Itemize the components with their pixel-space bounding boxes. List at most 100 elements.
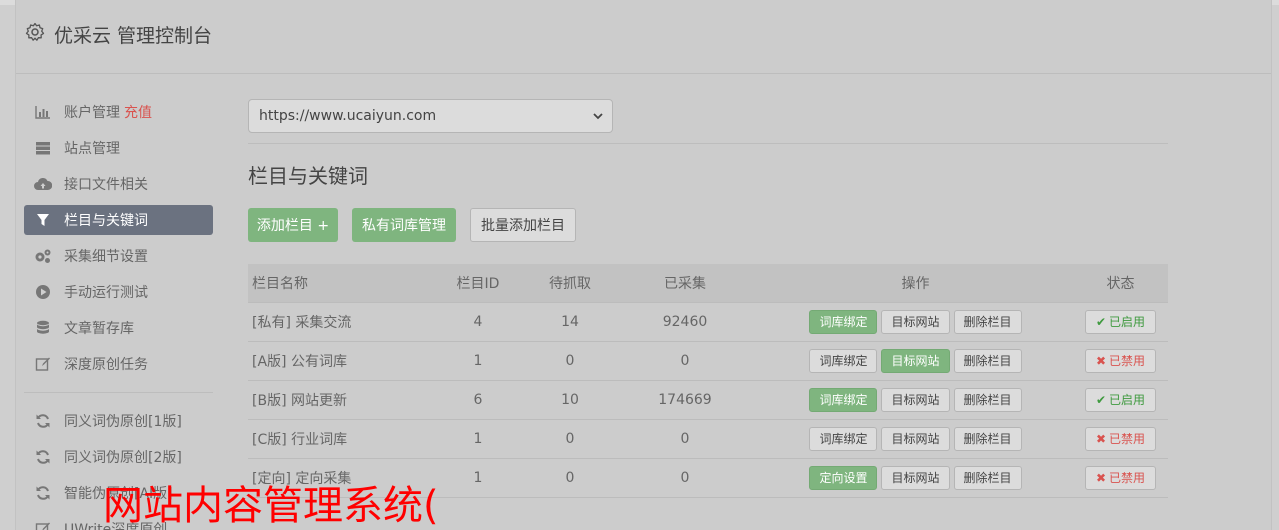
- sidebar-divider: [24, 392, 213, 393]
- column-name-link[interactable]: [B版] 网站更新: [248, 379, 428, 419]
- pending-count[interactable]: 0: [528, 457, 612, 498]
- sidebar-item-label: 采集细节设置: [64, 249, 148, 265]
- target-site-button[interactable]: 目标网站: [881, 309, 950, 334]
- section-title: 栏目与关键词: [248, 164, 368, 188]
- column-id: 4: [428, 301, 528, 341]
- server-icon: [34, 139, 52, 157]
- target-site-button[interactable]: 目标网站: [881, 348, 950, 373]
- sidebar-item-account[interactable]: 账户管理 充值: [24, 97, 213, 127]
- sidebar-item-synonym-v2[interactable]: 同义词伪原创[2版]: [24, 442, 213, 472]
- pending-count[interactable]: 0: [528, 340, 612, 380]
- cogs-icon: [34, 247, 52, 265]
- status-toggle[interactable]: ✖ 已禁用: [1084, 348, 1157, 373]
- sidebar-item-collect-settings[interactable]: 采集细节设置: [24, 241, 213, 271]
- app-title: 优采云 管理控制台: [54, 25, 213, 47]
- status-toggle[interactable]: ✖ 已禁用: [1084, 465, 1157, 490]
- col-header-name: 栏目名称: [248, 264, 428, 302]
- filter-icon: [34, 211, 52, 229]
- close-icon: ✖: [1095, 431, 1107, 446]
- sidebar-item-interface-files[interactable]: 接口文件相关: [24, 169, 213, 199]
- edit-icon: [34, 355, 52, 373]
- check-icon: ✔: [1095, 314, 1107, 329]
- sidebar-item-label: 同义词伪原创[1版]: [64, 414, 182, 430]
- target-site-button[interactable]: 目标网站: [881, 426, 950, 451]
- sidebar-item-manual-run[interactable]: 手动运行测试: [24, 277, 213, 307]
- target-site-button[interactable]: 目标网站: [881, 465, 950, 490]
- collected-count: 0: [612, 457, 758, 498]
- col-header-actions: 操作: [758, 264, 1073, 302]
- sidebar-item-columns-keywords[interactable]: 栏目与关键词: [24, 205, 213, 235]
- sidebar-item-label: 接口文件相关: [64, 177, 148, 193]
- sidebar-item-label: 手动运行测试: [64, 285, 148, 301]
- delete-column-button[interactable]: 删除栏目: [953, 348, 1022, 373]
- column-name-link[interactable]: [C版] 行业词库: [248, 418, 428, 458]
- delete-column-button[interactable]: 删除栏目: [953, 465, 1022, 490]
- close-icon: ✖: [1095, 353, 1107, 368]
- delete-column-button[interactable]: 删除栏目: [953, 387, 1022, 412]
- sidebar-item-label: 账户管理: [64, 105, 120, 121]
- table-row: [C版] 行业词库 1 0 0 词库绑定 目标网站 删除栏目 ✖ 已禁用: [248, 418, 1168, 458]
- cloud-upload-icon: [34, 175, 52, 193]
- sidebar-item-sites[interactable]: 站点管理: [24, 133, 213, 163]
- pending-count[interactable]: 14: [528, 301, 612, 341]
- pending-count[interactable]: 0: [528, 418, 612, 458]
- add-column-button[interactable]: 添加栏目 +: [248, 208, 338, 242]
- status-label: 已启用: [1109, 315, 1146, 329]
- col-header-pending: 待抓取: [528, 264, 612, 302]
- bind-lexicon-button[interactable]: 词库绑定: [809, 348, 878, 373]
- status-label: 已禁用: [1109, 471, 1146, 485]
- pending-count[interactable]: 10: [528, 379, 612, 419]
- batch-add-button[interactable]: 批量添加栏目: [470, 208, 576, 242]
- check-icon: ✔: [1095, 392, 1107, 407]
- sidebar-item-article-store[interactable]: 文章暂存库: [24, 313, 213, 343]
- target-site-button[interactable]: 目标网站: [881, 387, 950, 412]
- collected-count: 92460: [612, 301, 758, 341]
- delete-column-button[interactable]: 删除栏目: [953, 426, 1022, 451]
- status-label: 已启用: [1109, 393, 1146, 407]
- edit-icon: [34, 520, 52, 530]
- private-lexicon-button[interactable]: 私有词库管理: [352, 208, 456, 242]
- refresh-icon: [34, 412, 52, 430]
- sidebar-item-label: 文章暂存库: [64, 321, 134, 337]
- sidebar-item-deep-original[interactable]: 深度原创任务: [24, 349, 213, 379]
- sidebar-item-label: 站点管理: [64, 141, 120, 157]
- collected-count: 0: [612, 340, 758, 380]
- gear-icon: [25, 22, 45, 41]
- divider: [248, 143, 1168, 144]
- sidebar-item-label: 深度原创任务: [64, 357, 148, 373]
- columns-table: 栏目名称 栏目ID 待抓取 已采集 操作 状态 [私有] 采集交流 4 14 9…: [248, 264, 1168, 498]
- status-label: 已禁用: [1109, 432, 1146, 446]
- bind-lexicon-button[interactable]: 词库绑定: [809, 387, 878, 412]
- directed-settings-button[interactable]: 定向设置: [809, 465, 878, 490]
- site-select[interactable]: https://www.ucaiyun.com: [248, 99, 613, 133]
- collected-count: 0: [612, 418, 758, 458]
- status-toggle[interactable]: ✔ 已启用: [1084, 387, 1157, 412]
- refresh-icon: [34, 448, 52, 466]
- database-icon: [34, 319, 52, 337]
- bind-lexicon-button[interactable]: 词库绑定: [809, 309, 878, 334]
- table-row: [A版] 公有词库 1 0 0 词库绑定 目标网站 删除栏目 ✖ 已禁用: [248, 340, 1168, 380]
- column-id: 1: [428, 457, 528, 498]
- bar-chart-icon: [34, 103, 52, 121]
- sidebar-item-label: 栏目与关键词: [64, 213, 148, 229]
- column-id: 1: [428, 418, 528, 458]
- sidebar-item-synonym-v1[interactable]: 同义词伪原创[1版]: [24, 406, 213, 436]
- column-name-link[interactable]: [私有] 采集交流: [248, 301, 428, 341]
- delete-column-button[interactable]: 删除栏目: [953, 309, 1022, 334]
- column-name-link[interactable]: [A版] 公有词库: [248, 340, 428, 380]
- col-header-id: 栏目ID: [428, 264, 528, 302]
- col-header-status: 状态: [1073, 264, 1168, 302]
- site-select-value: https://www.ucaiyun.com: [259, 108, 437, 124]
- recharge-link[interactable]: 充值: [124, 102, 152, 122]
- bind-lexicon-button[interactable]: 词库绑定: [809, 426, 878, 451]
- status-toggle[interactable]: ✖ 已禁用: [1084, 426, 1157, 451]
- column-id: 6: [428, 379, 528, 419]
- column-id: 1: [428, 340, 528, 380]
- status-toggle[interactable]: ✔ 已启用: [1084, 309, 1157, 334]
- close-icon: ✖: [1095, 470, 1107, 485]
- col-header-collected: 已采集: [612, 264, 758, 302]
- table-row: [私有] 采集交流 4 14 92460 词库绑定 目标网站 删除栏目 ✔ 已启用: [248, 301, 1168, 341]
- sidebar-item-label: 同义词伪原创[2版]: [64, 450, 182, 466]
- chevron-down-icon: [593, 113, 603, 120]
- refresh-icon: [34, 484, 52, 502]
